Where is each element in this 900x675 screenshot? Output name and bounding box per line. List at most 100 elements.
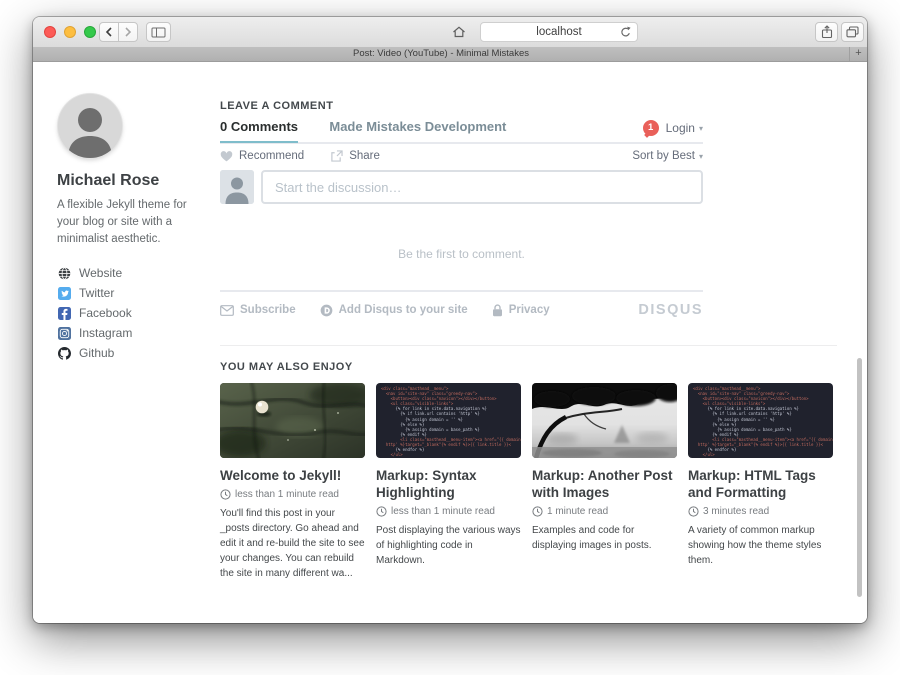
login-control[interactable]: 1 Login ▾ bbox=[643, 120, 703, 136]
share-thread-button[interactable]: Share bbox=[330, 150, 380, 162]
post-thumbnail[interactable] bbox=[220, 383, 365, 458]
link-label: Website bbox=[79, 266, 122, 280]
lock-icon bbox=[492, 304, 503, 317]
chevron-right-icon bbox=[124, 27, 132, 37]
read-time: 1 minute read bbox=[532, 506, 677, 517]
author-links: Website Twitter Facebook bbox=[57, 263, 199, 363]
related-card: <div class="masthead__menu"> <nav id="si… bbox=[376, 383, 521, 581]
minimize-window-button[interactable] bbox=[64, 26, 76, 38]
instagram-icon bbox=[57, 326, 71, 340]
disqus-wordmark[interactable]: DISQUS bbox=[638, 302, 703, 318]
post-thumbnail[interactable] bbox=[532, 383, 677, 458]
share-button[interactable] bbox=[815, 22, 838, 42]
heart-icon bbox=[220, 150, 233, 162]
read-time-label: 3 minutes read bbox=[703, 506, 769, 517]
forward-button[interactable] bbox=[118, 22, 138, 42]
clock-icon bbox=[688, 506, 699, 517]
disqus-nav: 0 Comments Made Mistakes Development 1 L… bbox=[220, 119, 703, 144]
login-label: Login bbox=[666, 121, 695, 135]
comments-heading: LEAVE A COMMENT bbox=[220, 100, 333, 112]
sidebar-item-instagram[interactable]: Instagram bbox=[57, 323, 199, 343]
guest-avatar bbox=[220, 170, 254, 204]
privacy-link[interactable]: Privacy bbox=[492, 304, 550, 317]
page-content: Michael Rose A flexible Jekyll theme for… bbox=[33, 62, 867, 623]
facebook-icon bbox=[57, 306, 71, 320]
active-tab[interactable]: Post: Video (YouTube) - Minimal Mistakes bbox=[33, 47, 849, 61]
tab-comments-count[interactable]: 0 Comments bbox=[220, 119, 298, 143]
sidebar-item-facebook[interactable]: Facebook bbox=[57, 303, 199, 323]
person-silhouette-icon bbox=[220, 170, 254, 204]
sort-dropdown[interactable]: Sort by Best ▾ bbox=[632, 150, 703, 162]
back-button[interactable] bbox=[99, 22, 119, 42]
share-label: Share bbox=[349, 150, 380, 162]
post-thumbnail[interactable]: <div class="masthead__menu"> <nav id="si… bbox=[688, 383, 833, 458]
clock-icon bbox=[532, 506, 543, 517]
read-time-label: 1 minute read bbox=[547, 506, 608, 517]
reload-button[interactable] bbox=[619, 26, 632, 42]
chevron-left-icon bbox=[105, 27, 113, 37]
add-disqus-link[interactable]: Add Disqus to your site bbox=[320, 304, 468, 317]
subscribe-link[interactable]: Subscribe bbox=[220, 304, 296, 316]
post-excerpt: Examples and code for displaying images … bbox=[532, 523, 677, 553]
comment-input[interactable] bbox=[261, 170, 703, 204]
post-title[interactable]: Markup: Another Post with Images bbox=[532, 467, 677, 501]
zoom-window-button[interactable] bbox=[84, 26, 96, 38]
scrollbar-thumb[interactable] bbox=[857, 358, 862, 597]
link-label: Facebook bbox=[79, 306, 132, 320]
person-silhouette-icon bbox=[58, 94, 122, 158]
author-avatar bbox=[58, 94, 122, 158]
divider bbox=[220, 290, 703, 292]
globe-icon bbox=[57, 266, 71, 280]
home-icon bbox=[452, 26, 466, 38]
post-title[interactable]: Welcome to Jekyll! bbox=[220, 467, 365, 484]
disqus-logo-icon bbox=[320, 304, 333, 317]
author-bio: A flexible Jekyll theme for your blog or… bbox=[57, 197, 197, 248]
tab-overview-button[interactable] bbox=[841, 22, 864, 42]
droplet-photo bbox=[220, 383, 365, 458]
disqus-footer: Subscribe Add Disqus to your site Privac… bbox=[220, 302, 703, 318]
post-excerpt: Post displaying the various ways of high… bbox=[376, 523, 521, 568]
new-tab-button[interactable]: + bbox=[849, 47, 867, 61]
sidebar-item-website[interactable]: Website bbox=[57, 263, 199, 283]
read-time: less than 1 minute read bbox=[220, 489, 365, 500]
clock-icon bbox=[376, 506, 387, 517]
author-name: Michael Rose bbox=[57, 172, 199, 190]
address-bar[interactable]: localhost bbox=[480, 22, 638, 42]
read-time: less than 1 minute read bbox=[376, 506, 521, 517]
post-title[interactable]: Markup: Syntax Highlighting bbox=[376, 467, 521, 501]
link-label: Twitter bbox=[79, 286, 114, 300]
reload-icon bbox=[619, 26, 632, 39]
recommend-button[interactable]: Recommend bbox=[220, 150, 304, 162]
read-time-label: less than 1 minute read bbox=[235, 489, 339, 500]
link-label: Instagram bbox=[79, 326, 132, 340]
share-icon bbox=[820, 25, 834, 39]
sidebar-toggle-button[interactable] bbox=[146, 22, 171, 42]
empty-state-text: Be the first to comment. bbox=[220, 247, 703, 261]
post-thumbnail[interactable]: <div class="masthead__menu"> <nav id="si… bbox=[376, 383, 521, 458]
read-time-label: less than 1 minute read bbox=[391, 506, 495, 517]
related-card: Welcome to Jekyll! less than 1 minute re… bbox=[220, 383, 365, 581]
sidebar-icon bbox=[151, 27, 166, 38]
link-label: Github bbox=[79, 346, 114, 360]
home-button[interactable] bbox=[447, 22, 470, 42]
sidebar-item-github[interactable]: Github bbox=[57, 343, 199, 363]
chevron-down-icon: ▾ bbox=[699, 152, 703, 161]
sidebar-item-twitter[interactable]: Twitter bbox=[57, 283, 199, 303]
post-title[interactable]: Markup: HTML Tags and Formatting bbox=[688, 467, 833, 501]
notification-badge: 1 bbox=[643, 120, 659, 136]
community-link[interactable]: Made Mistakes Development bbox=[329, 119, 506, 134]
author-profile: Michael Rose A flexible Jekyll theme for… bbox=[57, 92, 199, 379]
browser-toolbar: localhost bbox=[33, 17, 867, 48]
github-icon bbox=[57, 346, 71, 360]
related-posts-section: YOU MAY ALSO ENJOY bbox=[220, 345, 837, 581]
privacy-label: Privacy bbox=[509, 304, 550, 316]
close-window-button[interactable] bbox=[44, 26, 56, 38]
sort-label: Sort by Best bbox=[632, 150, 695, 162]
subscribe-label: Subscribe bbox=[240, 304, 296, 316]
post-excerpt: A variety of common markup showing how t… bbox=[688, 523, 833, 568]
related-card: <div class="masthead__menu"> <nav id="si… bbox=[688, 383, 833, 581]
related-heading: YOU MAY ALSO ENJOY bbox=[220, 361, 837, 373]
comment-editor bbox=[220, 170, 703, 206]
tab-bar: Post: Video (YouTube) - Minimal Mistakes… bbox=[33, 47, 867, 62]
tabs-icon bbox=[846, 26, 859, 38]
